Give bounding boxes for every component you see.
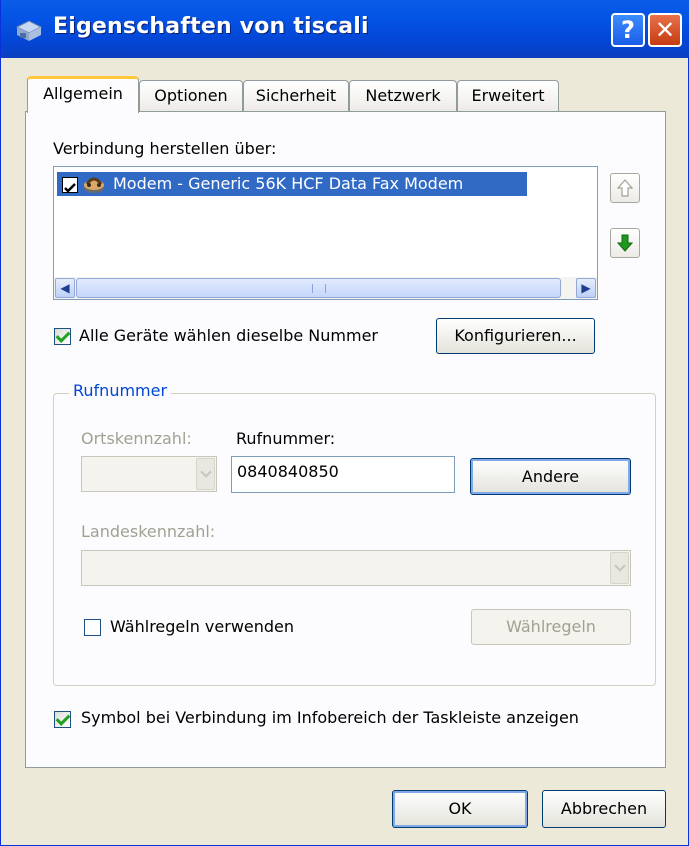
device-list[interactable]: Modem - Generic 56K HCF Data Fax Modem ◀… [53, 166, 598, 300]
ok-button[interactable]: OK [392, 790, 528, 828]
move-down-button[interactable] [610, 228, 640, 258]
chevron-down-icon [196, 458, 215, 490]
dialing-rules-button: Wählregeln [471, 609, 631, 645]
tab-netzwerk[interactable]: Netzwerk [349, 80, 457, 112]
dialing-rules-checkbox-label: Wählregeln verwenden [110, 617, 295, 636]
same-number-checkbox[interactable] [54, 328, 71, 345]
tab-optionen[interactable]: Optionen [139, 80, 243, 112]
cancel-button[interactable]: Abbrechen [542, 790, 666, 828]
show-icon-checkbox[interactable] [54, 711, 71, 728]
configure-button[interactable]: Konfigurieren... [436, 318, 595, 354]
phone-number-input[interactable]: 0840840850 [231, 456, 455, 493]
tab-erweitert[interactable]: Erweitert [457, 80, 559, 112]
device-label: Modem - Generic 56K HCF Data Fax Modem [113, 174, 464, 193]
arrow-up-icon [616, 179, 634, 197]
area-code-label: Ortskennzahl: [81, 429, 192, 448]
connect-using-label: Verbindung herstellen über: [53, 139, 277, 158]
area-code-combo [81, 456, 217, 492]
horizontal-scrollbar[interactable]: ◀ ▶ [54, 277, 597, 299]
scroll-thumb[interactable] [76, 278, 561, 298]
show-icon-label: Symbol bei Verbindung im Infobereich der… [81, 708, 579, 727]
same-number-label: Alle Geräte wählen dieselbe Nummer [79, 326, 378, 345]
window-title: Eigenschaften von tiscali [53, 14, 369, 39]
dialog-window: Eigenschaften von tiscali ? ✕ Allgemein … [0, 0, 689, 846]
move-up-button[interactable] [610, 173, 640, 203]
arrow-down-icon [616, 234, 634, 252]
connection-icon [15, 20, 43, 41]
help-button[interactable]: ? [611, 13, 645, 47]
chevron-left-icon: ◀ [60, 281, 70, 295]
device-list-item[interactable]: Modem - Generic 56K HCF Data Fax Modem [57, 172, 527, 196]
dialing-rules-checkbox[interactable] [84, 619, 101, 636]
tab-allgemein[interactable]: Allgemein [27, 76, 139, 113]
phone-group-title: Rufnummer [69, 381, 172, 400]
chevron-right-icon: ▶ [581, 281, 591, 295]
alternates-button[interactable]: Andere [470, 458, 631, 495]
modem-icon [84, 177, 104, 193]
phone-number-label: Rufnummer: [236, 429, 336, 448]
tab-sicherheit[interactable]: Sicherheit [243, 80, 349, 112]
country-code-label: Landeskennzahl: [81, 522, 216, 541]
scroll-left-button[interactable]: ◀ [55, 278, 75, 298]
title-bar[interactable]: Eigenschaften von tiscali ? ✕ [1, 0, 689, 58]
grip-icon [312, 284, 326, 293]
device-checkbox[interactable] [62, 177, 78, 193]
country-code-combo [81, 550, 631, 586]
chevron-down-icon [610, 552, 629, 584]
close-button[interactable]: ✕ [648, 13, 682, 47]
scroll-right-button[interactable]: ▶ [576, 278, 596, 298]
check-icon [64, 183, 76, 193]
